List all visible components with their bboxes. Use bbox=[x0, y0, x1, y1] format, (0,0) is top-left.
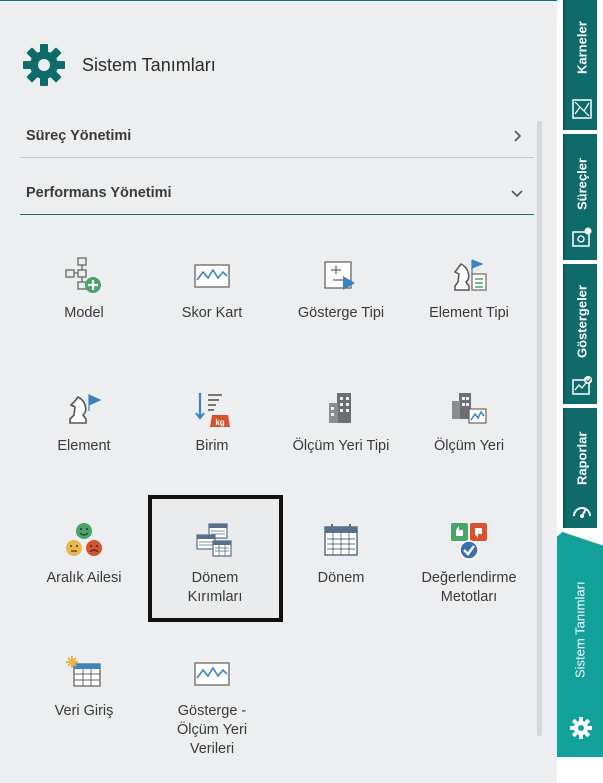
building-icon bbox=[329, 393, 351, 423]
tab-reports[interactable]: Raporlar bbox=[563, 408, 597, 528]
svg-text:kg: kg bbox=[215, 418, 224, 427]
item-label: Ölçüm Yeri bbox=[433, 438, 505, 454]
item-label: Skor Kart bbox=[181, 305, 243, 321]
system-definitions-panel: Sistem Tanımları Süreç Yönetimi Performa… bbox=[0, 0, 557, 783]
gear-icon bbox=[23, 44, 65, 86]
calendar-icon bbox=[324, 524, 358, 556]
item-model[interactable]: Model bbox=[24, 256, 144, 323]
indicators-icon bbox=[572, 376, 592, 395]
chevron-down-icon bbox=[511, 189, 523, 197]
item-label: Gösterge - Ölçüm Yeri Verileri bbox=[176, 703, 248, 757]
data-entry-table-icon bbox=[66, 656, 101, 687]
smiley-faces-icon bbox=[66, 523, 102, 556]
item-label: Ölçüm Yeri Tipi bbox=[292, 438, 390, 454]
tab-label: Süreçler bbox=[574, 157, 590, 211]
unit-weight-icon: kg bbox=[195, 393, 230, 427]
element-type-icon bbox=[453, 259, 487, 291]
item-element[interactable]: Element bbox=[24, 389, 144, 456]
section-label: Performans Yönetimi bbox=[26, 184, 172, 201]
section-label: Süreç Yönetimi bbox=[26, 127, 132, 144]
tab-scorecards[interactable]: Karneler bbox=[563, 0, 597, 130]
item-label: Dönem bbox=[317, 570, 365, 586]
item-label: Aralık Ailesi bbox=[46, 570, 122, 586]
item-label: Model bbox=[64, 305, 104, 321]
panel-header: Sistem Tanımları bbox=[22, 41, 216, 89]
section-process-management[interactable]: Süreç Yönetimi bbox=[20, 114, 534, 158]
tab-label: Karneler bbox=[574, 21, 590, 75]
item-measurement-place[interactable]: Ölçüm Yeri bbox=[409, 389, 529, 456]
scrollbar[interactable] bbox=[537, 121, 542, 736]
item-range-family[interactable]: Aralık Ailesi bbox=[24, 521, 144, 588]
item-unit[interactable]: kg Birim bbox=[152, 389, 272, 456]
tab-system-definitions[interactable]: Sistem Tanımları bbox=[557, 532, 603, 757]
gear-icon bbox=[570, 717, 592, 739]
item-label: Dönem Kırımları bbox=[187, 570, 243, 605]
item-label: Veri Giriş bbox=[54, 703, 114, 719]
tab-label: Raporlar bbox=[574, 431, 590, 485]
item-period-breakdowns[interactable]: Dönem Kırımları bbox=[155, 521, 275, 607]
chevron-right-icon bbox=[514, 129, 522, 142]
item-indicator-type[interactable]: Gösterge Tipi bbox=[281, 256, 401, 323]
calendar-stack-icon bbox=[196, 523, 232, 557]
item-label: Element bbox=[57, 438, 111, 454]
tab-label: Sistem Tanımları bbox=[572, 581, 588, 679]
building-chart-icon bbox=[452, 393, 487, 424]
item-evaluation-methods[interactable]: Değerlendirme Metotları bbox=[409, 521, 529, 607]
item-element-type[interactable]: Element Tipi bbox=[409, 256, 529, 323]
tab-processes[interactable]: Süreçler bbox=[563, 134, 597, 260]
item-label: Değerlendirme Metotları bbox=[421, 570, 517, 605]
model-tree-add-icon bbox=[65, 257, 101, 293]
item-label: Gösterge Tipi bbox=[297, 305, 385, 321]
tab-indicators[interactable]: Göstergeler bbox=[563, 264, 597, 404]
item-label: Birim bbox=[195, 438, 229, 454]
thumbs-check-icon bbox=[451, 523, 487, 560]
scorecard-chart-icon bbox=[194, 264, 230, 288]
section-performance-management[interactable]: Performans Yönetimi bbox=[20, 171, 534, 215]
process-icon bbox=[572, 227, 592, 247]
scorecard-icon bbox=[572, 99, 592, 119]
item-label: Element Tipi bbox=[429, 305, 509, 321]
item-data-entry[interactable]: Veri Giriş bbox=[24, 654, 144, 721]
tab-label: Göstergeler bbox=[574, 285, 590, 359]
item-measurement-place-type[interactable]: Ölçüm Yeri Tipi bbox=[281, 389, 401, 456]
page-title: Sistem Tanımları bbox=[82, 54, 216, 75]
chess-flag-icon bbox=[69, 394, 102, 424]
reports-icon bbox=[573, 507, 591, 518]
item-indicator-measurement-data[interactable]: Gösterge - Ölçüm Yeri Verileri bbox=[152, 654, 272, 759]
indicator-type-icon bbox=[324, 261, 355, 290]
chart-line-icon bbox=[194, 662, 230, 686]
item-scorecard[interactable]: Skor Kart bbox=[152, 256, 272, 323]
item-period[interactable]: Dönem bbox=[281, 521, 401, 588]
